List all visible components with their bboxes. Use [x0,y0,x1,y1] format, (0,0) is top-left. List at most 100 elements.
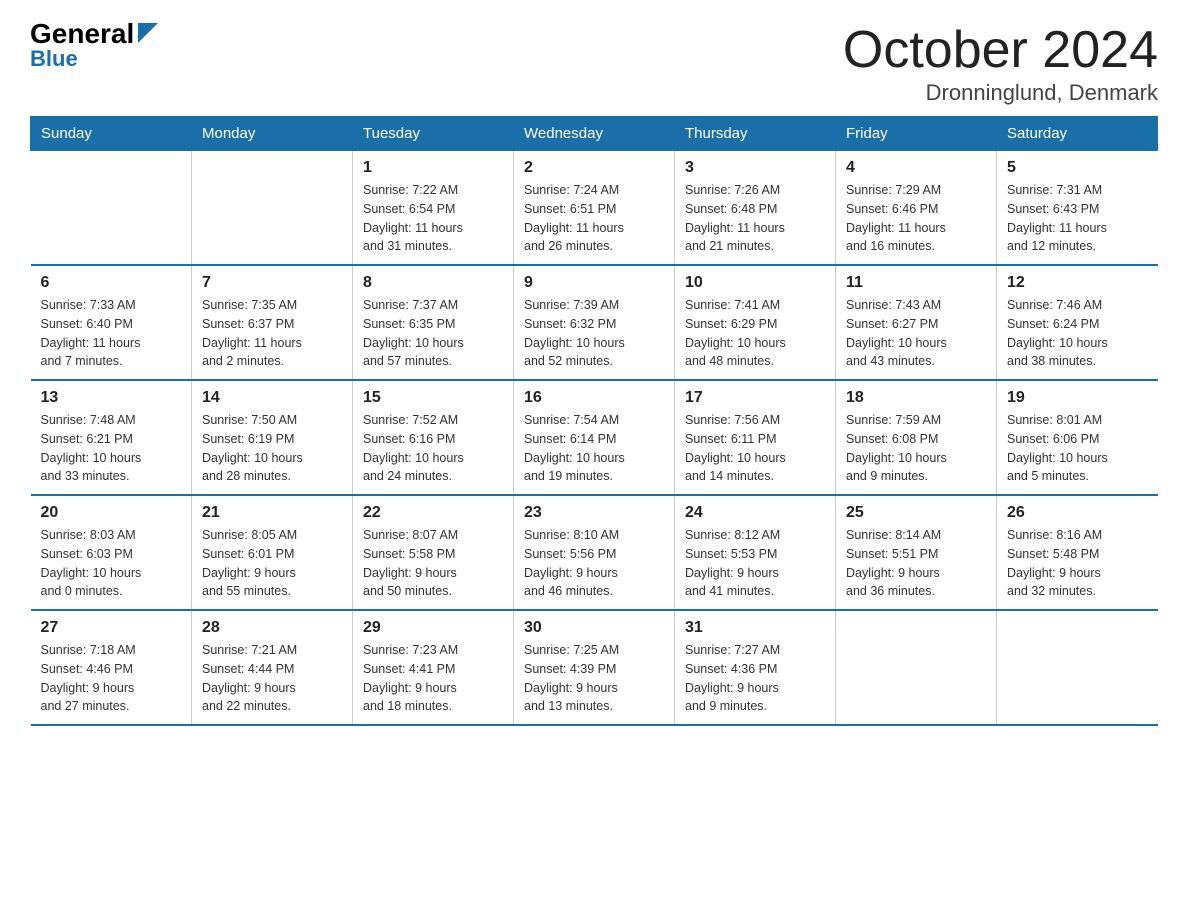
day-info: Sunrise: 7:41 AMSunset: 6:29 PMDaylight:… [685,296,825,371]
header-saturday: Saturday [997,117,1158,151]
calendar-cell [836,610,997,725]
day-number: 12 [1007,274,1148,292]
day-info: Sunrise: 7:46 AMSunset: 6:24 PMDaylight:… [1007,296,1148,371]
logo-arrow-icon [138,23,158,43]
calendar-cell: 31 Sunrise: 7:27 AMSunset: 4:36 PMDayligh… [675,610,836,725]
day-number: 29 [363,619,503,637]
calendar-cell: 21 Sunrise: 8:05 AMSunset: 6:01 PMDayligh… [192,495,353,610]
day-info: Sunrise: 8:03 AMSunset: 6:03 PMDaylight:… [41,526,182,601]
day-info: Sunrise: 7:56 AMSunset: 6:11 PMDaylight:… [685,411,825,486]
calendar-cell: 10 Sunrise: 7:41 AMSunset: 6:29 PMDayligh… [675,265,836,380]
day-info: Sunrise: 7:35 AMSunset: 6:37 PMDaylight:… [202,296,342,371]
title-block: October 2024 Dronninglund, Denmark [843,20,1158,106]
calendar-week-4: 20 Sunrise: 8:03 AMSunset: 6:03 PMDayligh… [31,495,1158,610]
day-number: 24 [685,504,825,522]
calendar-week-1: 1 Sunrise: 7:22 AMSunset: 6:54 PMDaylight… [31,151,1158,266]
calendar-cell: 26Sunrise: 8:16 AMSunset: 5:48 PMDayligh… [997,495,1158,610]
calendar-cell: 7 Sunrise: 7:35 AMSunset: 6:37 PMDaylight… [192,265,353,380]
calendar-week-5: 27 Sunrise: 7:18 AMSunset: 4:46 PMDayligh… [31,610,1158,725]
day-number: 3 [685,159,825,177]
day-number: 14 [202,389,342,407]
day-info: Sunrise: 7:29 AMSunset: 6:46 PMDaylight:… [846,181,986,256]
day-number: 9 [524,274,664,292]
calendar-cell: 12 Sunrise: 7:46 AMSunset: 6:24 PMDayligh… [997,265,1158,380]
day-info: Sunrise: 7:59 AMSunset: 6:08 PMDaylight:… [846,411,986,486]
day-number: 10 [685,274,825,292]
logo-text-black: General [30,20,134,48]
day-info: Sunrise: 8:14 AMSunset: 5:51 PMDaylight:… [846,526,986,601]
calendar-cell: 9 Sunrise: 7:39 AMSunset: 6:32 PMDaylight… [514,265,675,380]
day-info: Sunrise: 7:25 AMSunset: 4:39 PMDaylight:… [524,641,664,716]
day-info: Sunrise: 7:18 AMSunset: 4:46 PMDaylight:… [41,641,182,716]
day-number: 7 [202,274,342,292]
calendar-cell: 3 Sunrise: 7:26 AMSunset: 6:48 PMDaylight… [675,151,836,266]
day-info: Sunrise: 7:27 AMSunset: 4:36 PMDaylight:… [685,641,825,716]
calendar-header-row: SundayMondayTuesdayWednesdayThursdayFrid… [31,117,1158,151]
day-number: 20 [41,504,182,522]
calendar-cell: 14 Sunrise: 7:50 AMSunset: 6:19 PMDayligh… [192,380,353,495]
day-number: 30 [524,619,664,637]
calendar-cell [31,151,192,266]
logo: General Blue [30,20,158,72]
day-info: Sunrise: 7:23 AMSunset: 4:41 PMDaylight:… [363,641,503,716]
day-info: Sunrise: 7:31 AMSunset: 6:43 PMDaylight:… [1007,181,1148,256]
day-info: Sunrise: 7:26 AMSunset: 6:48 PMDaylight:… [685,181,825,256]
calendar-cell: 29 Sunrise: 7:23 AMSunset: 4:41 PMDayligh… [353,610,514,725]
calendar-cell: 22Sunrise: 8:07 AMSunset: 5:58 PMDayligh… [353,495,514,610]
calendar-cell: 27 Sunrise: 7:18 AMSunset: 4:46 PMDayligh… [31,610,192,725]
calendar-cell: 5 Sunrise: 7:31 AMSunset: 6:43 PMDaylight… [997,151,1158,266]
page-subtitle: Dronninglund, Denmark [843,80,1158,106]
day-info: Sunrise: 7:33 AMSunset: 6:40 PMDaylight:… [41,296,182,371]
day-info: Sunrise: 7:39 AMSunset: 6:32 PMDaylight:… [524,296,664,371]
calendar-cell: 17 Sunrise: 7:56 AMSunset: 6:11 PMDayligh… [675,380,836,495]
header-tuesday: Tuesday [353,117,514,151]
day-number: 26 [1007,504,1148,522]
day-number: 27 [41,619,182,637]
day-number: 17 [685,389,825,407]
calendar-cell: 24Sunrise: 8:12 AMSunset: 5:53 PMDayligh… [675,495,836,610]
day-info: Sunrise: 8:05 AMSunset: 6:01 PMDaylight:… [202,526,342,601]
logo-text-blue: Blue [30,46,78,72]
day-number: 23 [524,504,664,522]
day-number: 13 [41,389,182,407]
calendar-cell [192,151,353,266]
day-info: Sunrise: 7:37 AMSunset: 6:35 PMDaylight:… [363,296,503,371]
header-sunday: Sunday [31,117,192,151]
calendar-cell: 30 Sunrise: 7:25 AMSunset: 4:39 PMDayligh… [514,610,675,725]
calendar-cell: 18 Sunrise: 7:59 AMSunset: 6:08 PMDayligh… [836,380,997,495]
day-number: 2 [524,159,664,177]
calendar-table: SundayMondayTuesdayWednesdayThursdayFrid… [30,116,1158,726]
calendar-cell: 1 Sunrise: 7:22 AMSunset: 6:54 PMDaylight… [353,151,514,266]
day-info: Sunrise: 7:52 AMSunset: 6:16 PMDaylight:… [363,411,503,486]
day-info: Sunrise: 7:43 AMSunset: 6:27 PMDaylight:… [846,296,986,371]
day-number: 5 [1007,159,1148,177]
calendar-cell: 2Sunrise: 7:24 AMSunset: 6:51 PMDaylight… [514,151,675,266]
header-wednesday: Wednesday [514,117,675,151]
calendar-cell: 11 Sunrise: 7:43 AMSunset: 6:27 PMDayligh… [836,265,997,380]
day-number: 1 [363,159,503,177]
day-number: 4 [846,159,986,177]
day-number: 28 [202,619,342,637]
calendar-cell: 25Sunrise: 8:14 AMSunset: 5:51 PMDayligh… [836,495,997,610]
calendar-cell [997,610,1158,725]
day-info: Sunrise: 7:48 AMSunset: 6:21 PMDaylight:… [41,411,182,486]
day-info: Sunrise: 7:22 AMSunset: 6:54 PMDaylight:… [363,181,503,256]
header-friday: Friday [836,117,997,151]
day-info: Sunrise: 7:50 AMSunset: 6:19 PMDaylight:… [202,411,342,486]
page-title: October 2024 [843,20,1158,80]
calendar-week-3: 13 Sunrise: 7:48 AMSunset: 6:21 PMDayligh… [31,380,1158,495]
day-number: 21 [202,504,342,522]
day-number: 18 [846,389,986,407]
calendar-cell: 23Sunrise: 8:10 AMSunset: 5:56 PMDayligh… [514,495,675,610]
header-monday: Monday [192,117,353,151]
page-header: General Blue October 2024 Dronninglund, … [30,20,1158,106]
day-number: 16 [524,389,664,407]
calendar-cell: 6Sunrise: 7:33 AMSunset: 6:40 PMDaylight… [31,265,192,380]
calendar-cell: 20 Sunrise: 8:03 AMSunset: 6:03 PMDayligh… [31,495,192,610]
calendar-cell: 19Sunrise: 8:01 AMSunset: 6:06 PMDayligh… [997,380,1158,495]
day-number: 31 [685,619,825,637]
day-number: 11 [846,274,986,292]
day-info: Sunrise: 7:21 AMSunset: 4:44 PMDaylight:… [202,641,342,716]
calendar-cell: 8Sunrise: 7:37 AMSunset: 6:35 PMDaylight… [353,265,514,380]
calendar-cell: 4 Sunrise: 7:29 AMSunset: 6:46 PMDaylight… [836,151,997,266]
